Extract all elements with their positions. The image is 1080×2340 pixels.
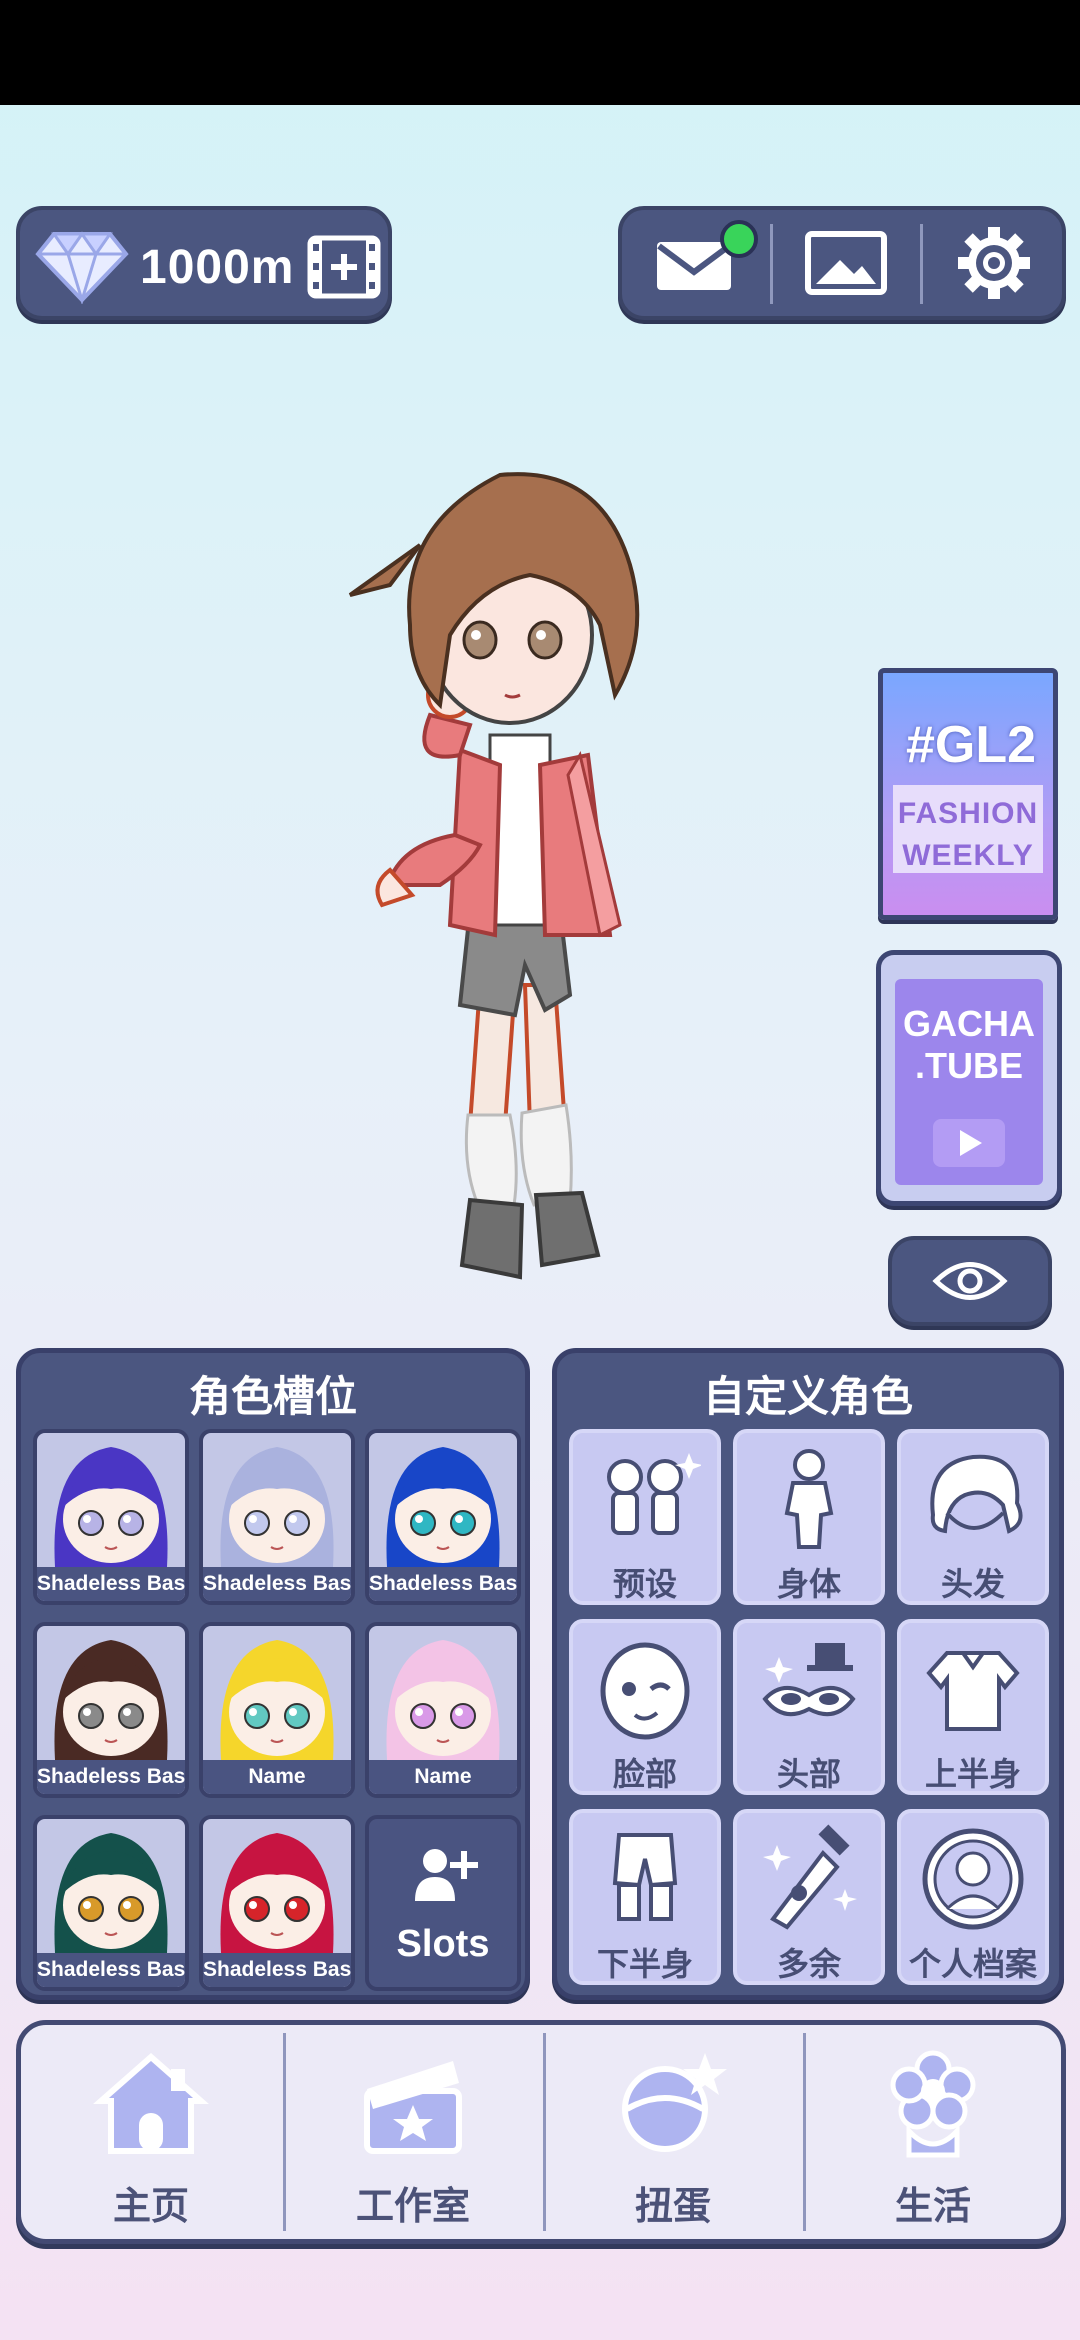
customize-label: 预设 [612,1565,677,1603]
nav-life[interactable]: 生活 [803,2025,1063,2239]
hide-ui-button[interactable] [888,1236,1052,1326]
character-slot[interactable]: Shadeless Base [365,1429,521,1605]
customize-profile[interactable]: 个人档案 [897,1809,1049,1985]
customize-head-accessory[interactable]: 头部 [733,1619,885,1795]
slot-label: Name [369,1760,517,1794]
panel-title: 自定义角色 [702,1372,913,1421]
face-icon [600,1642,690,1740]
nav-label: 生活 [894,2184,971,2228]
character-slot[interactable]: Shadeless Base [33,1429,189,1605]
mail-button[interactable] [622,210,770,316]
magazine-line2: FASHION [897,797,1039,830]
upper-body-icon [926,1651,1020,1731]
slot-label: Shadeless Base [203,1567,351,1601]
nav-label: 工作室 [355,2184,470,2228]
customize-preset[interactable]: 预设 [569,1429,721,1605]
tube-line1: GACHA [903,1003,1035,1044]
customize-extra[interactable]: 多余 [733,1809,885,1985]
nav-home[interactable]: 主页 [21,2025,281,2239]
tube-line2: .TUBE [915,1045,1023,1086]
slot-label: Shadeless Base [37,1953,185,1987]
head-accessory-icon [762,1643,856,1717]
nav-label: 扭蛋 [634,2184,711,2228]
add-person-icon [415,1849,478,1901]
customize-label: 头部 [776,1755,841,1793]
customize-label: 身体 [776,1565,841,1603]
currency-bar: 1000m [16,206,392,320]
character-avatar [220,1640,334,1760]
slot-label: Shadeless Base [37,1760,185,1794]
character-slot[interactable]: Name [365,1622,521,1798]
character-avatar [220,1833,334,1953]
film-plus-icon[interactable] [306,232,382,302]
customize-label: 下半身 [596,1945,693,1983]
character-slot[interactable]: Shadeless Base [33,1622,189,1798]
house-icon [93,2053,209,2154]
play-icon [933,1119,1005,1167]
extra-icon [763,1824,857,1930]
character-avatar [386,1640,500,1760]
hair-icon [930,1454,1023,1534]
slot-label: Shadeless Base [37,1567,185,1601]
customize-lower-body[interactable]: 下半身 [569,1809,721,1985]
flower-icon [890,2050,976,2158]
magazine-line3: WEEKLY [902,839,1034,872]
bottom-nav: 主页 工作室 扭蛋 生活 [16,2020,1066,2244]
clapperboard-icon [364,2061,462,2154]
eye-icon [932,1262,1008,1300]
character-figure[interactable] [330,465,710,1295]
character-slot[interactable]: Shadeless Base [199,1429,355,1605]
fashion-weekly-button[interactable]: #GL2 FASHION WEEKLY [878,668,1058,920]
status-bar [0,0,1080,105]
character-slot[interactable]: Name [199,1622,355,1798]
notification-dot [720,220,758,258]
gacha-tube-button[interactable]: GACHA .TUBE [876,950,1062,1206]
nav-label: 主页 [112,2184,189,2228]
gacha-icon [622,2053,727,2152]
diamond-icon [35,231,129,304]
character-avatar [220,1447,334,1567]
character-avatar [54,1833,168,1953]
settings-button[interactable] [920,210,1068,316]
add-slot-button[interactable]: Slots [365,1815,521,1991]
body-icon [784,1449,834,1549]
customize-upper-body[interactable]: 上半身 [897,1619,1049,1795]
lower-body-icon [612,1833,678,1921]
nav-studio[interactable]: 工作室 [283,2025,543,2239]
character-avatar [54,1640,168,1760]
customize-hair[interactable]: 头发 [897,1429,1049,1605]
character-slots-panel: 角色槽位 Shadeless Base Shadeless Base Shadele… [16,1348,530,2000]
tablet-screen: GACHA .TUBE [895,979,1043,1185]
customize-label: 上半身 [924,1755,1021,1793]
currency-amount: 1000m [140,241,295,294]
customize-face[interactable]: 脸部 [569,1619,721,1795]
character-slot[interactable]: Shadeless Base [199,1815,355,1991]
customize-label: 个人档案 [908,1945,1037,1983]
customize-body[interactable]: 身体 [733,1429,885,1605]
add-slot-label: Slots [396,1923,490,1965]
character-slot[interactable]: Shadeless Base [33,1815,189,1991]
nav-gacha[interactable]: 扭蛋 [543,2025,803,2239]
gallery-button[interactable] [772,210,920,316]
customize-panel: 自定义角色 预设 身体 头发脸部 头部 上半身下半身 多余 个人档案 [552,1348,1064,2000]
gallery-icon [805,231,887,295]
customize-label: 脸部 [612,1755,677,1793]
slot-label: Shadeless Base [203,1953,351,1987]
character-avatar [54,1447,168,1567]
slot-label: Name [203,1760,351,1794]
panel-title: 角色槽位 [188,1372,357,1421]
customize-label: 多余 [776,1945,841,1983]
gear-icon [958,227,1030,299]
magazine-title: #GL2 [905,716,1037,774]
preset-icon [607,1453,701,1535]
top-actions [618,206,1066,320]
character-avatar [386,1447,500,1567]
customize-label: 头发 [940,1565,1005,1603]
profile-icon [922,1828,1024,1930]
slot-label: Shadeless Base [369,1567,517,1601]
